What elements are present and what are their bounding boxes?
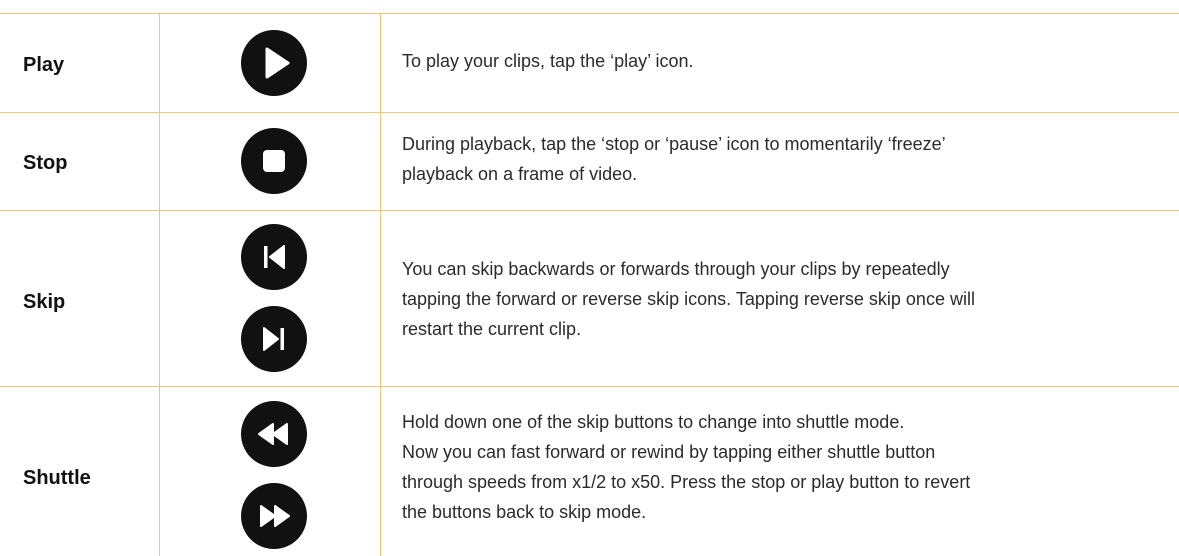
table-row-shuttle: Shuttle Hold down one of the skip button…: [0, 386, 1179, 556]
row-label: Play: [23, 54, 65, 76]
description-line: tapping the forward or reverse skip icon…: [402, 289, 975, 309]
row-label: Shuttle: [23, 467, 91, 489]
table-row-skip: Skip You can skip backwards or forwards …: [0, 210, 1179, 386]
playback-controls-table: Play To play your clips, tap the ‘play’ …: [0, 0, 1179, 556]
play-icon[interactable]: [241, 30, 307, 96]
skip-back-icon[interactable]: [241, 224, 307, 290]
description-line: During playback, tap the ‘stop or ‘pause…: [402, 134, 946, 154]
row-label: Skip: [23, 291, 66, 313]
fast-forward-icon[interactable]: [241, 483, 307, 549]
table-row-stop: Stop During playback, tap the ‘stop or ‘…: [0, 112, 1179, 210]
skip-forward-icon[interactable]: [241, 306, 307, 372]
description-line: To play your clips, tap the ‘play’ icon.: [402, 51, 694, 71]
table-row-play: Play To play your clips, tap the ‘play’ …: [0, 13, 1179, 112]
description-line: Hold down one of the skip buttons to cha…: [402, 412, 905, 432]
description-line: restart the current clip.: [402, 319, 582, 339]
description-line: through speeds from x1/2 to x50. Press t…: [402, 472, 971, 492]
row-label: Stop: [23, 152, 68, 174]
row-description: You can skip backwards or forwards throu…: [402, 254, 1172, 344]
row-description: During playback, tap the ‘stop or ‘pause…: [402, 129, 1172, 189]
description-line: the buttons back to skip mode.: [402, 502, 647, 522]
description-line: Now you can fast forward or rewind by ta…: [402, 442, 936, 462]
stop-icon[interactable]: [241, 128, 307, 194]
rewind-icon[interactable]: [241, 401, 307, 467]
row-description: Hold down one of the skip buttons to cha…: [402, 407, 1172, 527]
description-line: playback on a frame of video.: [402, 164, 638, 184]
description-line: You can skip backwards or forwards throu…: [402, 259, 950, 279]
row-description: To play your clips, tap the ‘play’ icon.: [402, 46, 1172, 76]
